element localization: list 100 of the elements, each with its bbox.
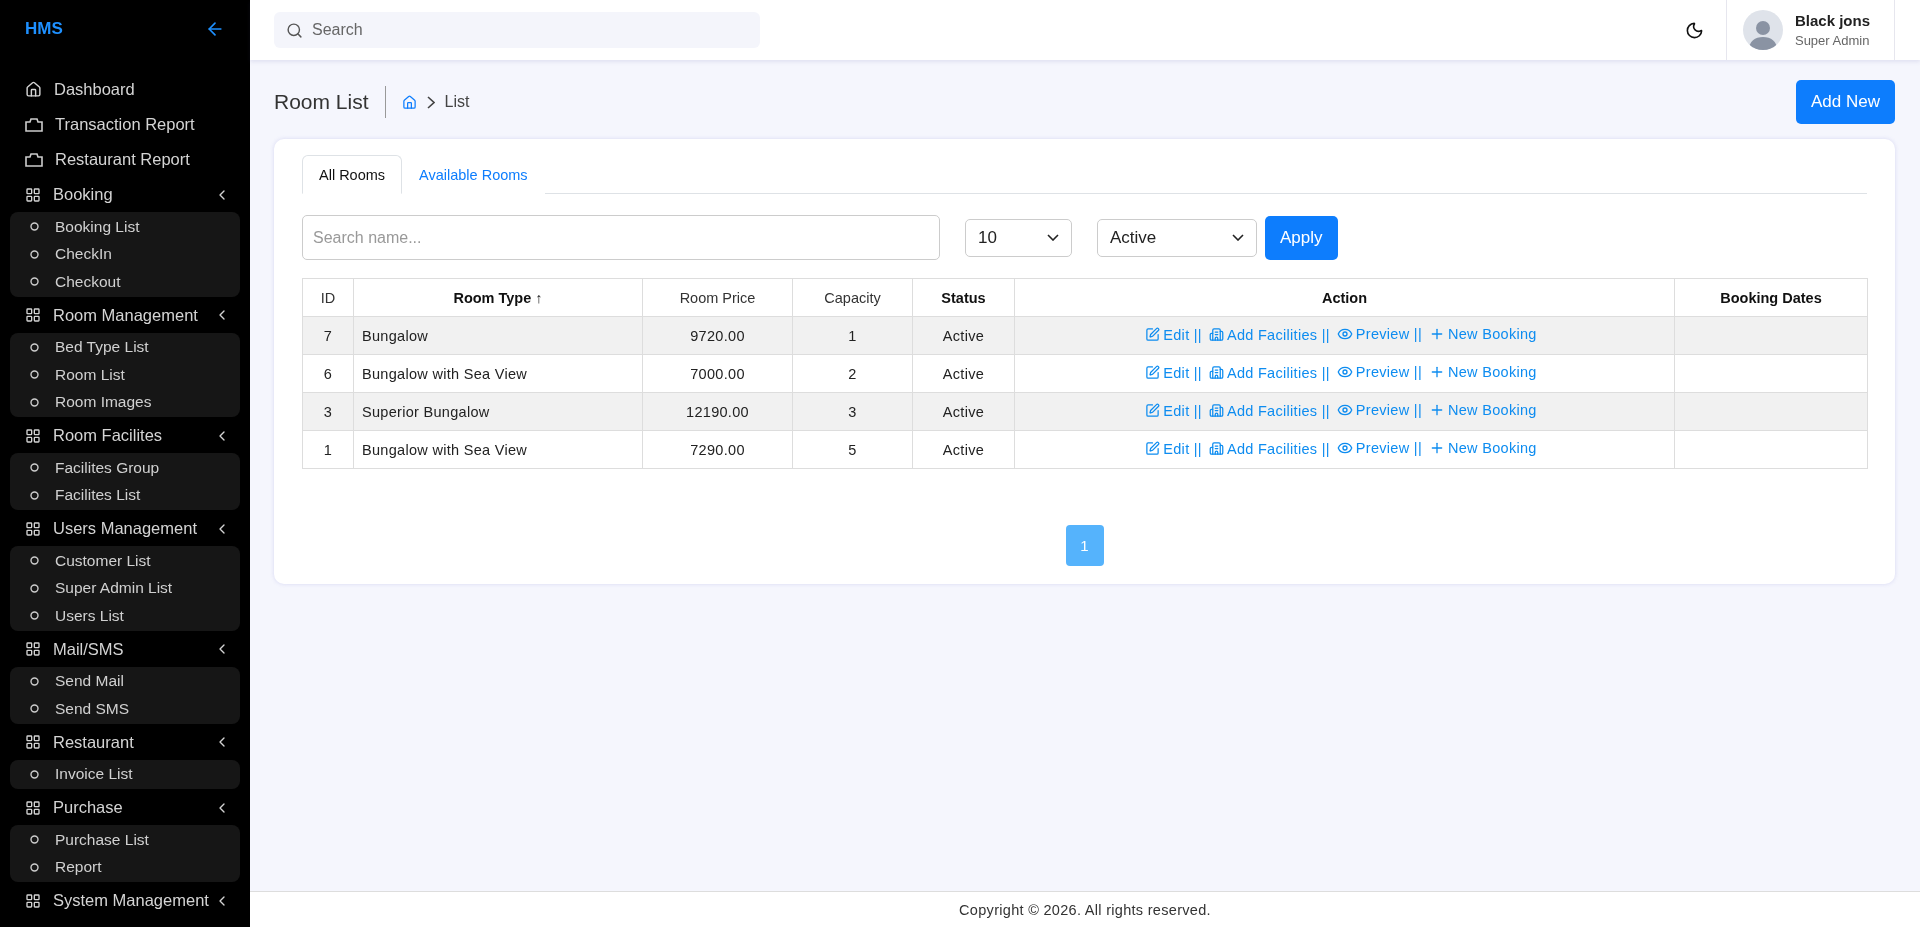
table-cell: Bungalow with Sea View [353,354,643,393]
circle-icon [30,556,39,566]
submenu-item[interactable]: Send SMS [10,695,240,723]
submenu-item[interactable]: Invoice List [10,760,240,788]
action-link[interactable]: Add Facilities || [1208,440,1330,457]
edit-icon [1145,365,1161,380]
circle-icon [30,611,39,621]
table-cell: Bungalow with Sea View [353,430,643,469]
submenu-item[interactable]: Report [10,853,240,881]
sidebar-item[interactable]: System Management [10,883,240,918]
sidebar-item[interactable]: Room Facilites [10,418,240,453]
chevron-right-icon [426,95,435,109]
action-link[interactable]: Preview || [1336,364,1422,380]
column-header: Status [912,278,1015,317]
action-link[interactable]: Preview || [1336,440,1422,456]
submenu-item[interactable]: Send Mail [10,667,240,695]
grid-icon [25,734,41,750]
circle-icon [30,676,39,686]
building-icon [1208,403,1224,418]
submenu-item[interactable]: Purchase List [10,826,240,854]
user-role: Super Admin [1794,33,1870,48]
grid-icon [25,520,41,537]
submenu-item[interactable]: Facilites List [10,481,240,509]
table-cell: Bungalow [353,316,643,355]
apply-button[interactable]: Apply [1265,215,1338,260]
submenu-item[interactable]: Facilites Group [10,454,240,482]
brand-logo[interactable]: HMS [25,19,63,39]
chevron-down-icon [1047,234,1059,241]
table-cell: 2 [792,354,913,393]
avatar[interactable] [1742,10,1783,50]
sidebar-item[interactable]: Booking [10,177,240,212]
submenu-item[interactable]: Customer List [10,547,240,575]
table-cell: Superior Bungalow [353,392,643,431]
add-new-button[interactable]: Add New [1796,80,1895,124]
search-field[interactable]: Search [274,12,760,48]
sidebar-item[interactable]: Mail/SMS [10,631,240,667]
circle-icon [30,835,39,845]
submenu-item[interactable]: Booking List [10,213,240,241]
search-field[interactable]: Search name... [302,215,940,260]
table-cell: Active [912,392,1015,431]
action-link[interactable]: New Booking [1428,440,1537,456]
submenu-item[interactable]: Users List [10,602,240,630]
action-link[interactable]: Add Facilities || [1208,364,1330,381]
eye-icon [1336,440,1353,456]
edit-icon [1145,441,1161,456]
status-select[interactable]: Active [1097,218,1257,257]
user-name: Black jons [1794,12,1870,29]
tab[interactable]: All Rooms [302,155,403,194]
page-size-select[interactable]: 10 [965,218,1072,257]
building-icon [1208,441,1224,456]
eye-icon [1336,364,1353,380]
edit-icon [1145,327,1161,342]
tray-icon [25,152,43,167]
home-icon [25,81,42,98]
circle-icon [30,704,39,714]
moon-icon[interactable] [1684,20,1704,40]
table-cell: 9720.00 [642,316,793,355]
grid-icon [25,641,41,657]
table-cell: 5 [792,430,913,469]
table-cell: 3 [302,392,354,431]
submenu-item[interactable]: Room Images [10,388,240,416]
circle-icon [30,370,39,380]
sidebar-item[interactable]: Restaurant Report [10,142,240,177]
column-header: ID [302,278,354,317]
sidebar-item[interactable]: Dashboard [10,72,240,107]
submenu-item[interactable]: Super Admin List [10,574,240,602]
action-link[interactable]: Edit || [1145,364,1202,381]
edit-icon [1145,403,1161,418]
action-link[interactable]: New Booking [1428,364,1537,380]
page-title: Room List [274,86,386,118]
column-header: Booking Dates [1674,278,1868,317]
tray-icon [25,117,43,132]
sidebar-item[interactable]: Transaction Report [10,107,240,142]
column-header: Room Price [642,278,793,317]
sidebar-item[interactable]: Purchase [10,790,240,825]
column-header[interactable]: Room Type ↑ [353,278,643,317]
grid-icon [25,186,41,203]
building-icon [1208,365,1224,380]
sidebar-item[interactable]: Users Management [10,511,240,546]
search-icon [286,22,303,39]
table-cell: 7 [302,316,354,355]
home-icon[interactable] [401,94,417,110]
table-cell: Active [912,430,1015,469]
submenu-item[interactable]: Bed Type List [10,333,240,361]
table-cell: 7000.00 [642,354,793,393]
circle-icon [30,277,39,287]
grid-icon [25,892,41,909]
sidebar-item[interactable]: Room Management [10,297,240,333]
action-link[interactable]: Edit || [1145,440,1202,457]
sidebar-item[interactable]: Restaurant [10,724,240,760]
circle-icon [30,490,39,500]
circle-icon [30,249,39,259]
column-header: Action [1014,278,1675,317]
submenu-item[interactable]: CheckIn [10,240,240,268]
table-cell: 12190.00 [642,392,793,431]
column-header: Capacity [792,278,913,317]
table-cell: 1 [302,430,354,469]
chevron-down-icon [1232,234,1244,241]
submenu-item[interactable]: Checkout [10,268,240,296]
submenu-item[interactable]: Room List [10,361,240,389]
